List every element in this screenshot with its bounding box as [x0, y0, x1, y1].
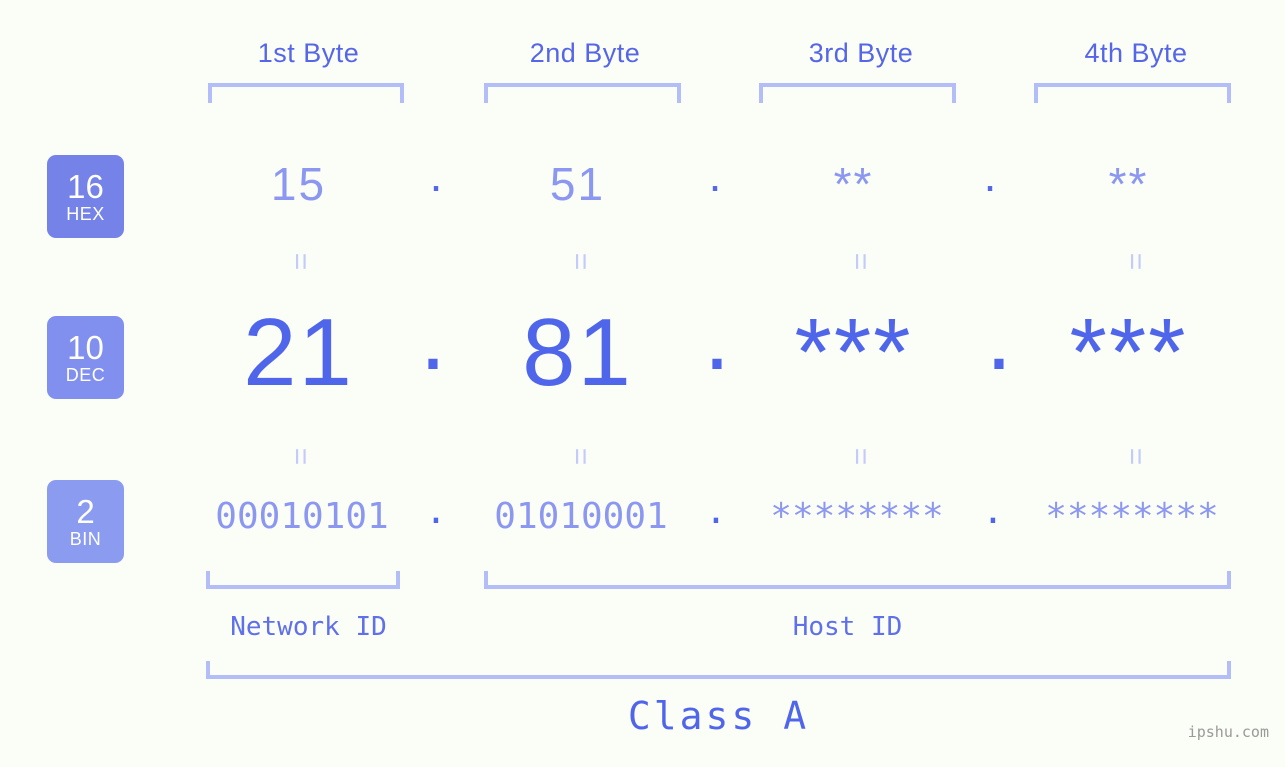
- hex-byte-4: **: [1108, 158, 1149, 210]
- equals-connector-dec-bin-3: =: [844, 447, 877, 465]
- byte-bracket-top-2: [484, 83, 681, 103]
- equals-connector-hex-dec-1: =: [284, 252, 317, 270]
- base-badge-hex-number: 16: [67, 167, 104, 205]
- host-id-label: Host ID: [792, 612, 903, 642]
- byte-bracket-top-3: [759, 83, 956, 103]
- network-id-bracket: [206, 571, 400, 589]
- hex-byte-1: 15: [270, 158, 327, 210]
- hex-byte-2: 51: [549, 158, 606, 210]
- equals-connector-dec-bin-4: =: [1119, 447, 1152, 465]
- equals-connector-dec-bin-2: =: [564, 447, 597, 465]
- dec-byte-3: ***: [794, 299, 913, 406]
- base-badge-hex-name: HEX: [66, 203, 105, 224]
- dec-separator-1: .: [419, 283, 447, 390]
- base-badge-bin-name: BIN: [69, 528, 102, 549]
- base-badge-hex: 16 HEX: [47, 155, 124, 238]
- bin-byte-1: 00010101: [215, 496, 389, 537]
- equals-connector-hex-dec-2: =: [564, 252, 597, 270]
- watermark: ipshu.com: [1187, 723, 1269, 741]
- base-badge-dec: 10 DEC: [47, 316, 124, 399]
- base-badge-dec-name: DEC: [65, 364, 106, 385]
- equals-connector-dec-bin-1: =: [284, 447, 317, 465]
- dec-byte-4: ***: [1069, 299, 1188, 406]
- hex-byte-3: **: [833, 158, 874, 210]
- bin-byte-3: ********: [770, 496, 944, 537]
- column-header-4th-byte: 4th Byte: [1084, 38, 1188, 68]
- base-badge-bin-number: 2: [76, 492, 95, 530]
- network-id-label: Network ID: [230, 612, 387, 642]
- column-header-2nd-byte: 2nd Byte: [529, 38, 641, 68]
- bin-byte-4: ********: [1045, 496, 1219, 537]
- dec-byte-1: 21: [243, 299, 354, 406]
- class-label: Class A: [627, 694, 810, 738]
- equals-connector-hex-dec-3: =: [844, 252, 877, 270]
- column-header-1st-byte: 1st Byte: [257, 38, 360, 68]
- ip-address-diagram: 1st Byte 2nd Byte 3rd Byte 4th Byte 16 H…: [0, 0, 1285, 767]
- dec-byte-2: 81: [522, 299, 633, 406]
- column-header-3rd-byte: 3rd Byte: [808, 38, 914, 68]
- class-bracket: [206, 661, 1231, 679]
- byte-bracket-top-4: [1034, 83, 1231, 103]
- equals-connector-hex-dec-4: =: [1119, 252, 1152, 270]
- byte-bracket-top-1: [208, 83, 404, 103]
- base-badge-dec-number: 10: [67, 328, 104, 366]
- bin-byte-2: 01010001: [494, 496, 668, 537]
- host-id-bracket: [484, 571, 1231, 589]
- base-badge-bin: 2 BIN: [47, 480, 124, 563]
